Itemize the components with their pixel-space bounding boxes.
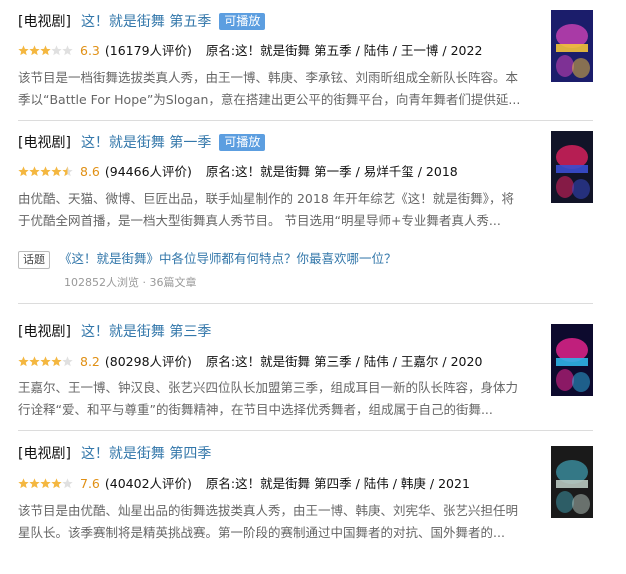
rating-row: 6.3 (16179人评价) 原名:这！就是街舞 第五季 / 陆伟 / 王一博 / … <box>18 43 482 59</box>
rating-row: 8.6 (94466人评价) 原名:这！就是街舞 第一季 / 易烊千玺 / 2018 <box>18 164 458 180</box>
poster-image[interactable] <box>551 446 593 518</box>
search-results-list: [电视剧] 这！就是街舞 第五季 可播放 6.3 (16179人评价) 原名:这！就是街… <box>0 0 626 571</box>
poster-image[interactable] <box>551 324 593 396</box>
star-icon <box>62 356 73 367</box>
category-label: [电视剧] <box>18 446 71 462</box>
star-icon <box>51 478 62 489</box>
star-icon <box>40 166 51 177</box>
topic-tag: 话题 <box>18 251 50 269</box>
playable-badge[interactable]: 可播放 <box>219 13 266 30</box>
star-icon <box>29 356 40 367</box>
rating-count: (80298人评价) <box>104 354 192 369</box>
star-icon <box>62 166 73 177</box>
result-title-row: [电视剧] 这！就是街舞 第三季 <box>18 323 211 341</box>
rating-score: 7.6 <box>80 476 100 491</box>
topic-stats: 102852人浏览 · 36篇文章 <box>64 276 197 289</box>
playable-badge[interactable]: 可播放 <box>219 134 266 151</box>
rating-score: 8.6 <box>80 164 100 179</box>
rating-score: 8.2 <box>80 354 100 369</box>
original-name: 原名:这！就是街舞 第一季 / 易烊千玺 / 2018 <box>205 164 458 179</box>
star-icon <box>18 166 29 177</box>
star-icon <box>62 478 73 489</box>
result-title-link[interactable]: 这！就是街舞 第一季 <box>81 135 211 151</box>
result-description: 该节目是由优酷、灿星出品的街舞选拔类真人秀，由王一博、韩庚、刘宪华、张艺兴担任明… <box>18 503 519 540</box>
poster-art <box>551 10 593 82</box>
star-icon <box>29 478 40 489</box>
rating-score: 6.3 <box>80 43 100 58</box>
result-title-link[interactable]: 这！就是街舞 第四季 <box>81 446 211 462</box>
star-icon <box>40 45 51 56</box>
star-icon <box>18 45 29 56</box>
star-icon <box>29 45 40 56</box>
rating-stars-icon <box>18 478 73 489</box>
poster-image[interactable] <box>551 10 593 82</box>
result-item: [电视剧] 这！就是街舞 第四季 7.6 (40402人评价) 原名:这！就是街舞 第… <box>18 431 593 571</box>
star-icon <box>51 45 62 56</box>
rating-row: 7.6 (40402人评价) 原名:这！就是街舞 第四季 / 陆伟 / 韩庚 / 2… <box>18 476 470 492</box>
rating-count: (40402人评价) <box>104 476 192 491</box>
original-name: 原名:这！就是街舞 第四季 / 陆伟 / 韩庚 / 2021 <box>205 476 470 491</box>
result-title-link[interactable]: 这！就是街舞 第三季 <box>81 324 211 340</box>
rating-count: (16179人评价) <box>104 43 192 58</box>
topic-question-link[interactable]: 《这！就是街舞》中各位导师都有何特点？你最喜欢哪一位？ <box>59 250 397 268</box>
rating-stars-icon <box>18 166 73 177</box>
result-description: 该节目是一档街舞选拔类真人秀，由王一博、韩庚、李承铉、刘雨昕组成全新队长阵容。本… <box>18 70 521 107</box>
star-icon <box>18 478 29 489</box>
rating-stars-icon <box>18 45 73 56</box>
poster-art <box>551 131 593 203</box>
result-item: [电视剧] 这！就是街舞 第五季 可播放 6.3 (16179人评价) 原名:这！就是街… <box>18 0 593 121</box>
star-icon <box>62 45 73 56</box>
result-title-link[interactable]: 这！就是街舞 第五季 <box>81 14 211 30</box>
star-icon <box>18 356 29 367</box>
related-topic: 话题 《这！就是街舞》中各位导师都有何特点？你最喜欢哪一位？ 102852人浏览… <box>18 241 593 304</box>
result-description: 由优酷、天猫、微博、巨匠出品，联手灿星制作的 2018 年开年综艺《这！就是街舞… <box>18 191 515 228</box>
result-title-row: [电视剧] 这！就是街舞 第一季 可播放 <box>18 134 266 152</box>
original-name: 原名:这！就是街舞 第三季 / 陆伟 / 王嘉尔 / 2020 <box>205 354 483 369</box>
result-title-row: [电视剧] 这！就是街舞 第五季 可播放 <box>18 13 266 31</box>
category-label: [电视剧] <box>18 135 71 151</box>
star-icon <box>51 356 62 367</box>
original-name: 原名:这！就是街舞 第五季 / 陆伟 / 王一博 / 2022 <box>205 43 483 58</box>
star-icon <box>51 166 62 177</box>
rating-stars-icon <box>18 356 73 367</box>
result-title-row: [电视剧] 这！就是街舞 第四季 <box>18 445 211 463</box>
result-item: [电视剧] 这！就是街舞 第一季 可播放 8.6 (94466人评价) 原名:这！就是街… <box>18 121 593 241</box>
star-icon <box>29 166 40 177</box>
category-label: [电视剧] <box>18 324 71 340</box>
poster-art <box>551 324 593 396</box>
star-icon <box>40 478 51 489</box>
rating-count: (94466人评价) <box>104 164 192 179</box>
poster-art <box>551 446 593 518</box>
poster-image[interactable] <box>551 131 593 203</box>
category-label: [电视剧] <box>18 14 71 30</box>
result-item: [电视剧] 这！就是街舞 第三季 8.2 (80298人评价) 原名:这！就是街舞 第… <box>18 304 593 431</box>
result-description: 王嘉尔、王一博、钟汉良、张艺兴四位队长加盟第三季，组成耳目一新的队长阵容，身体力… <box>18 380 519 417</box>
star-icon <box>40 356 51 367</box>
rating-row: 8.2 (80298人评价) 原名:这！就是街舞 第三季 / 陆伟 / 王嘉尔 / … <box>18 354 482 370</box>
